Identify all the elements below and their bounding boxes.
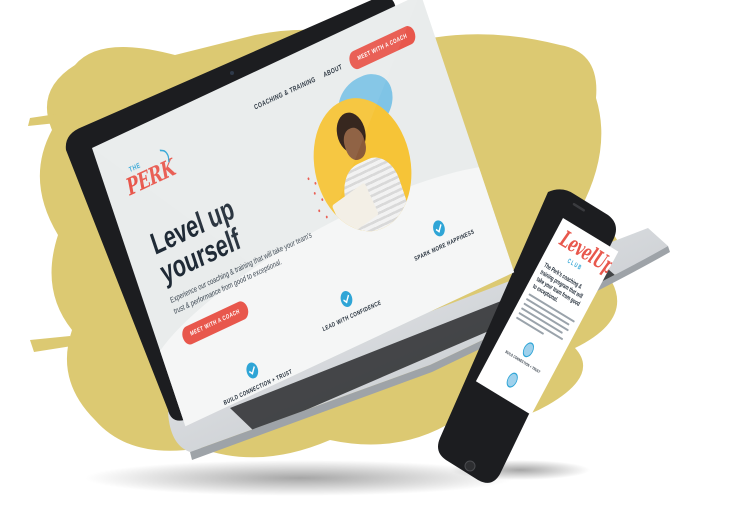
check-circle-icon (244, 360, 261, 381)
perk-logo[interactable]: PERK (123, 154, 178, 201)
product-mockup-stage: THE PERK COACHING & TRAINING ABOUT MEET … (0, 0, 750, 521)
phone-home-button (464, 460, 476, 472)
brush-edge-streak (30, 336, 72, 352)
check-circle-icon (338, 289, 355, 310)
nav-link-coaching-training[interactable]: COACHING & TRAINING (253, 75, 317, 111)
nav-link-about[interactable]: ABOUT (322, 63, 343, 79)
check-circle-icon (520, 340, 537, 360)
laptop-camera (230, 71, 234, 75)
logo-spark-icon (159, 149, 170, 163)
nav-meet-coach-button[interactable]: MEET WITH A COACH (347, 23, 418, 72)
check-circle-icon (504, 370, 521, 390)
check-circle-icon (430, 218, 447, 239)
laptop-shadow (85, 460, 515, 496)
